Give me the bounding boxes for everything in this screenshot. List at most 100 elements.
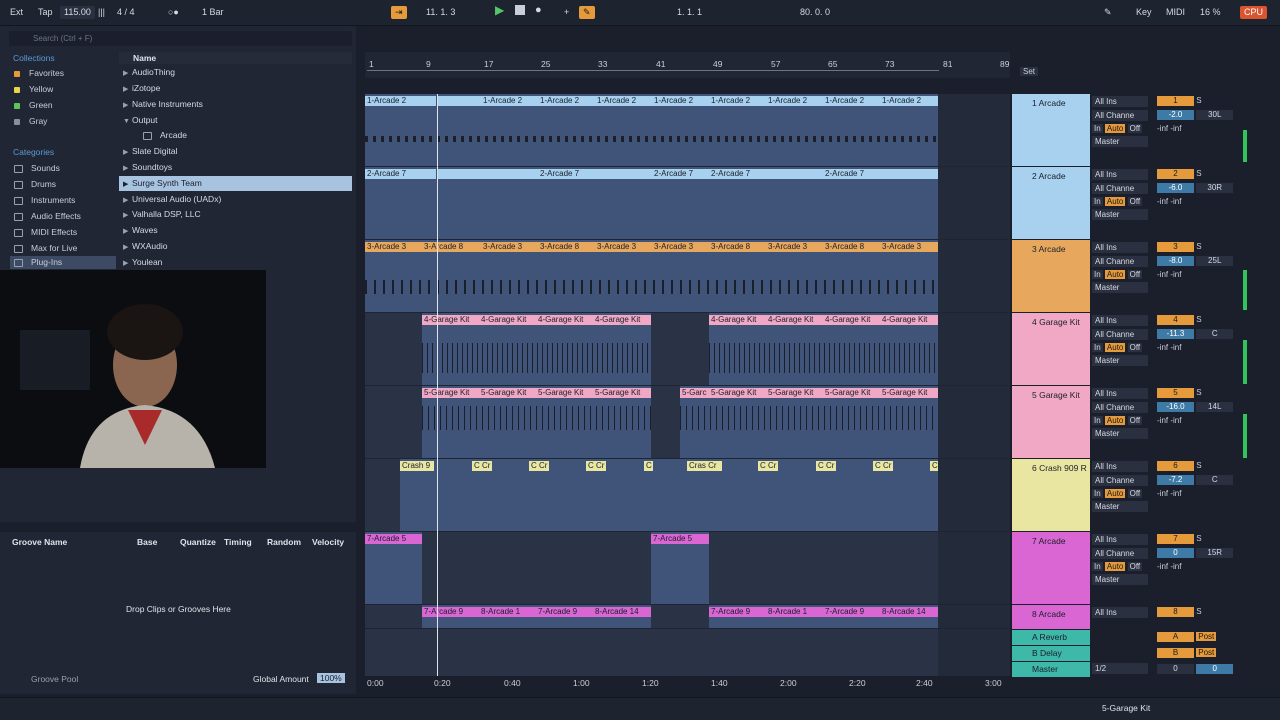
track-io[interactable]: All Ins All Channe In Auto Off Master — [1092, 96, 1154, 150]
volume-field[interactable]: -7.2 — [1157, 475, 1194, 485]
list-item[interactable]: ▶ Waves — [119, 223, 352, 238]
list-item[interactable]: ▶ Slate Digital — [119, 144, 352, 159]
clip[interactable]: C Cr — [758, 461, 778, 471]
playhead[interactable] — [437, 94, 438, 676]
midi-map-button[interactable]: MIDI — [1166, 6, 1185, 19]
monitor-in-button[interactable]: In — [1092, 197, 1103, 206]
master-quantize[interactable]: 1/2 — [1092, 663, 1154, 677]
monitor-in-button[interactable]: In — [1092, 562, 1103, 571]
tap-button[interactable]: Tap — [38, 6, 53, 19]
output-select[interactable]: Master — [1092, 428, 1148, 439]
groove-drop-zone[interactable]: Drop Clips or Grooves Here — [126, 604, 231, 614]
track-header[interactable]: 6 Crash 909 R — [1012, 459, 1090, 531]
clip[interactable]: 3-Arcade 3 — [766, 242, 823, 252]
output-select[interactable]: Master — [1092, 355, 1148, 366]
key-map-button[interactable]: Key — [1136, 6, 1152, 19]
play-icon[interactable]: ▶ — [495, 4, 504, 17]
monitor-auto-button[interactable]: Auto — [1104, 562, 1126, 571]
pan-field[interactable]: 30L — [1196, 110, 1234, 120]
track-mixer[interactable]: 3 S -8.0 25L -inf -inf — [1157, 242, 1241, 279]
solo-button[interactable]: S — [1196, 461, 1201, 470]
clip[interactable]: 5-Garage Kit — [536, 388, 593, 398]
clip[interactable]: 1-Arcade 2 — [481, 96, 538, 106]
input-type-select[interactable]: All Ins — [1092, 388, 1148, 399]
monitor-off-button[interactable]: Off — [1127, 416, 1143, 425]
monitor-auto-button[interactable]: Auto — [1104, 124, 1126, 133]
ext-button[interactable]: Ext — [10, 6, 23, 19]
input-type-select[interactable]: All Ins — [1092, 169, 1148, 180]
monitor-auto-button[interactable]: Auto — [1104, 197, 1126, 206]
clip[interactable]: 5-Garc — [680, 388, 709, 398]
clip[interactable]: 4-Garage Kit — [709, 315, 766, 325]
monitor-auto-button[interactable]: Auto — [1104, 343, 1126, 352]
monitor-in-button[interactable]: In — [1092, 489, 1103, 498]
groove-random-header[interactable]: Random — [267, 537, 301, 547]
track-io[interactable]: All Ins All Channe In Auto Off Master — [1092, 534, 1154, 588]
clip[interactable]: Crash 9 — [400, 461, 434, 471]
clip[interactable]: 5-Garage Kit — [880, 388, 938, 398]
groove-velocity-header[interactable]: Velocity — [312, 537, 344, 547]
clip[interactable]: 2-Arcade 7 — [709, 169, 823, 179]
clip[interactable]: 5-Garage Kit — [823, 388, 880, 398]
master-mixer[interactable]: 0 0 — [1157, 664, 1241, 674]
category-midi-effects[interactable]: MIDI Effects — [14, 226, 77, 238]
clip[interactable]: 1-Arcade 2 — [709, 96, 766, 106]
expand-icon[interactable]: ▶ — [123, 256, 132, 271]
clip[interactable]: 5-Garage Kit — [709, 388, 766, 398]
input-channel-select[interactable]: All Channe — [1092, 183, 1148, 194]
set-button[interactable]: Set — [1020, 67, 1039, 76]
list-item[interactable]: ▶ Soundtoys — [119, 160, 352, 175]
track-header[interactable]: 5 Garage Kit — [1012, 386, 1090, 458]
groove-timing-header[interactable]: Timing — [224, 537, 252, 547]
monitor-off-button[interactable]: Off — [1127, 343, 1143, 352]
output-select[interactable]: Master — [1092, 136, 1148, 147]
clip[interactable]: 4-Garage Kit — [823, 315, 880, 325]
clip[interactable]: 2-Arcade 7 — [823, 169, 938, 179]
pan-field[interactable]: 25L — [1196, 256, 1234, 266]
follow-icon[interactable]: ○● — [168, 6, 179, 19]
solo-button[interactable]: S — [1196, 315, 1201, 324]
solo-button[interactable]: S — [1196, 169, 1201, 178]
track-mixer[interactable]: 7 S 0 15R -inf -inf — [1157, 534, 1241, 571]
expand-icon[interactable]: ▶ — [123, 177, 132, 192]
track-lane[interactable]: 5-Garage Kit 5-Garage Kit 5-Garage Kit 5… — [365, 386, 1010, 459]
clip[interactable]: 8-Arcade 1 — [766, 607, 823, 617]
clip[interactable]: C — [644, 461, 653, 471]
clip[interactable]: 4-Garage Kit — [422, 315, 479, 325]
track-io[interactable]: All Ins All Channe In Auto Off Master — [1092, 315, 1154, 369]
clip[interactable]: C Cr — [873, 461, 893, 471]
category-max-for-live[interactable]: Max for Live — [14, 242, 77, 254]
track-io[interactable]: All Ins All Channe In Auto Off Master — [1092, 461, 1154, 515]
track-header[interactable]: 2 Arcade — [1012, 167, 1090, 239]
groove-base-header[interactable]: Base — [137, 537, 157, 547]
volume-field[interactable]: -2.0 — [1157, 110, 1194, 120]
track-io[interactable]: All Ins All Channe In Auto Off Master — [1092, 242, 1154, 296]
collection-gray[interactable]: Gray — [14, 115, 47, 127]
clip[interactable]: 8-Arcade 1 — [479, 607, 536, 617]
global-amount-value[interactable]: 100% — [317, 673, 345, 683]
clip[interactable]: 2-Arcade 7 — [538, 169, 652, 179]
expand-icon[interactable]: ▶ — [123, 82, 132, 97]
clip[interactable]: 3-Arcade 3 — [595, 242, 652, 252]
solo-button[interactable]: S — [1196, 242, 1201, 251]
expand-icon[interactable]: ▶ — [123, 224, 132, 239]
clip[interactable]: 5-Garage Kit — [766, 388, 823, 398]
clip[interactable]: C Cr — [586, 461, 606, 471]
monitor-auto-button[interactable]: Auto — [1104, 489, 1126, 498]
monitor-off-button[interactable]: Off — [1127, 489, 1143, 498]
monitor-in-button[interactable]: In — [1092, 416, 1103, 425]
output-select[interactable]: Master — [1092, 282, 1148, 293]
track-activator[interactable]: 2 — [1157, 169, 1194, 179]
list-item[interactable]: ▶ Valhalla DSP, LLC — [119, 207, 352, 222]
tempo-field[interactable]: 115.00 — [60, 6, 95, 19]
track-header[interactable]: 4 Garage Kit — [1012, 313, 1090, 385]
monitor-auto-button[interactable]: Auto — [1104, 416, 1126, 425]
clip[interactable]: 1-Arcade 2 — [538, 96, 595, 106]
track-mixer[interactable]: 5 S -16.0 14L -inf -inf — [1157, 388, 1241, 425]
list-item[interactable]: ▶ Native Instruments — [119, 97, 352, 112]
category-instruments[interactable]: Instruments — [14, 194, 75, 206]
clip[interactable]: 7-Arcade 5 — [365, 534, 422, 544]
clip[interactable]: 3-Arcade 8 — [538, 242, 595, 252]
track-lane[interactable]: 2-Arcade 7 2-Arcade 7 2-Arcade 7 2-Arcad… — [365, 167, 1010, 240]
clip[interactable]: 7-Arcade 9 — [709, 607, 766, 617]
